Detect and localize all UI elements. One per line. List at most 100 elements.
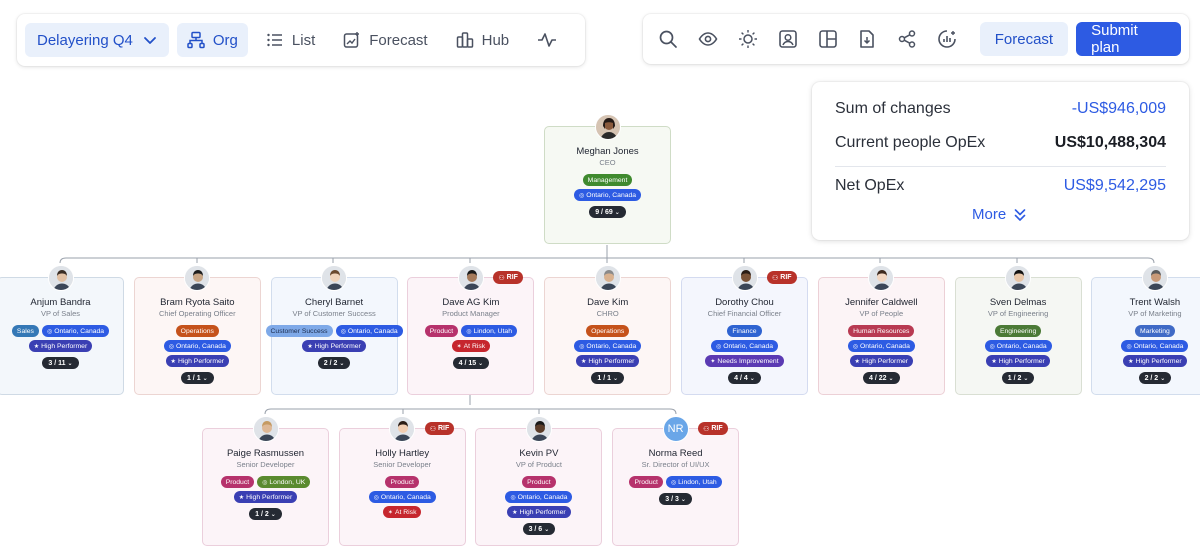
department-chip: Product	[385, 476, 419, 488]
org-planning-screen: Delayering Q4 Org List Forecast Hub Fore…	[0, 0, 1200, 551]
location-chip: ◎ Lindon, Utah	[665, 476, 722, 488]
rif-badge[interactable]: ⚇ RIF	[424, 422, 455, 435]
star-icon: ★	[854, 358, 860, 365]
department-chip: Operations	[586, 325, 630, 337]
chip-row: 1 / 1 ⌄	[547, 372, 668, 384]
performance-text: High Performer	[314, 342, 361, 350]
employee-card[interactable]: Dave Kim CHRO Operations ◎ Ontario, Canada ★ H…	[544, 265, 672, 395]
reports-count-button[interactable]: 9 / 69 ⌄	[589, 206, 626, 218]
rif-badge[interactable]: ⚇ RIF	[767, 271, 797, 284]
employee-title: VP of Marketing	[1128, 309, 1182, 318]
chip-row: 4 / 4 ⌄	[684, 372, 805, 384]
chevron-down-icon: ⌄	[1023, 375, 1029, 382]
location-text: Ontario, Canada	[586, 342, 637, 350]
performance-chip: ★ High Performer	[575, 355, 640, 367]
reports-count-button[interactable]: 2 / 2 ⌄	[317, 357, 351, 369]
chip-row: Operations	[547, 325, 668, 337]
chip-row: ◎ Ontario, Canada	[342, 491, 463, 503]
chip-row: 1 / 2 ⌄	[205, 508, 326, 520]
employee-card[interactable]: Bram Ryota Saito Chief Operating Officer O…	[133, 265, 261, 395]
person-remove-icon: ⚇	[703, 425, 710, 433]
performance-chip: ✶ At Risk	[382, 506, 422, 518]
reports-count-button[interactable]: 2 / 2 ⌄	[1138, 372, 1172, 384]
employee-card[interactable]: Trent Walsh VP of Marketing Marketing ◎ Onta…	[1091, 265, 1200, 395]
chip-row: 1 / 1 ⌄	[137, 372, 258, 384]
reports-count-button[interactable]: 3 / 11 ⌄	[42, 357, 79, 369]
location-chip: ◎ Ontario, Canada	[984, 340, 1052, 352]
employee-card[interactable]: Sven Delmas VP of Engineering Engineering ◎…	[954, 265, 1082, 395]
chip-row: ◎ Ontario, Canada	[137, 340, 258, 352]
location-text: Lindon, Utah	[678, 478, 717, 486]
avatar	[1005, 265, 1032, 291]
performance-chip: ★ High Performer	[165, 355, 230, 367]
employee-name: Norma Reed	[648, 448, 703, 459]
chip-row: 4 / 22 ⌄	[821, 372, 942, 384]
employee-card[interactable]: Jennifer Caldwell VP of People Human Resou…	[817, 265, 945, 395]
chip-row: ✦ Needs Improvement	[684, 355, 805, 367]
chevron-down-icon: ⌄	[1160, 375, 1166, 382]
reports-count-button[interactable]: 3 / 6 ⌄	[522, 523, 556, 535]
location-pin-icon: ◎	[510, 494, 516, 501]
rif-badge[interactable]: ⚇ RIF	[493, 271, 523, 284]
chip-row: Product	[342, 476, 463, 488]
employee-card-ceo[interactable]: Meghan Jones CEO Management ◎ Ontario, Ca…	[544, 114, 671, 244]
avatar	[457, 265, 484, 291]
chevron-down-icon: ⌄	[614, 209, 620, 216]
employee-title: VP of People	[859, 309, 904, 318]
employee-name: Anjum Bandra	[30, 297, 91, 308]
location-pin-icon: ◎	[852, 343, 858, 350]
star-icon: ★	[512, 509, 518, 516]
avatar	[594, 265, 621, 291]
employee-card[interactable]: Paige Rasmussen Senior Developer Product ◎ L…	[202, 416, 329, 546]
employee-card[interactable]: NR ⚇ RIF Norma Reed Sr. Director of UI/UX Pro…	[612, 416, 740, 546]
employee-title: Product Manager	[442, 309, 500, 318]
reports-count-button[interactable]: 4 / 22 ⌄	[863, 372, 900, 384]
reports-count-button[interactable]: 1 / 2 ⌄	[1001, 372, 1035, 384]
chip-row: ★ High Performer	[547, 355, 668, 367]
chip-row: Product ◎ London, UK	[205, 476, 326, 488]
performance-text: High Performer	[861, 357, 909, 365]
location-pin-icon: ◎	[262, 479, 268, 486]
avatar: NR	[662, 416, 689, 442]
employee-card[interactable]: Anjum Bandra VP of Sales Sales ◎ Ontario, Ca…	[0, 265, 124, 395]
chip-row: ★ High Performer	[1094, 355, 1200, 367]
employee-card[interactable]: ⚇ RIF Dorothy Chou Chief Financial Officer F…	[681, 265, 808, 395]
employee-name: Cheryl Barnet	[305, 297, 364, 308]
location-pin-icon: ◎	[46, 328, 53, 335]
department-chip: Product	[522, 476, 556, 488]
reports-count-button[interactable]: 1 / 2 ⌄	[249, 508, 282, 520]
star-icon: ★	[238, 494, 245, 501]
performance-text: Needs Improvement	[717, 357, 779, 365]
star-icon: ★	[991, 358, 997, 365]
department-chip: Human Resources	[848, 325, 915, 337]
avatar	[868, 265, 895, 291]
chip-row: ◎ Ontario, Canada	[684, 340, 805, 352]
performance-chip: ✦ Needs Improvement	[705, 355, 784, 367]
chip-row: 2 / 2 ⌄	[1094, 372, 1200, 384]
employee-name: Paige Rasmussen	[226, 448, 305, 459]
reports-count-button[interactable]: 1 / 1 ⌄	[591, 372, 625, 384]
avatar	[525, 416, 552, 442]
location-pin-icon: ◎	[1126, 343, 1132, 350]
employee-card[interactable]: ⚇ RIF Holly Hartley Senior Developer Product…	[338, 416, 466, 546]
reports-count-button[interactable]: 4 / 15 ⌄	[452, 357, 490, 369]
employee-card[interactable]: Kevin PV VP of Product Product ◎ Ontario, Ca…	[475, 416, 603, 546]
employee-name: Jennifer Caldwell	[845, 297, 918, 308]
rif-badge[interactable]: ⚇ RIF	[698, 422, 728, 435]
reports-count: 1 / 1	[186, 374, 201, 382]
location-chip: ◎ Ontario, Canada	[574, 340, 642, 352]
employee-card[interactable]: Cheryl Barnet VP of Customer Success Custo…	[265, 265, 403, 395]
location-chip: ◎ Ontario, Canada	[368, 491, 436, 503]
reports-count-button[interactable]: 1 / 1 ⌄	[180, 372, 214, 384]
star-icon: ★	[33, 343, 40, 350]
location-pin-icon: ◎	[579, 343, 585, 350]
reports-count-button[interactable]: 3 / 3 ⌄	[659, 493, 692, 505]
rif-label: RIF	[711, 425, 723, 432]
location-chip: ◎ Ontario, Canada	[847, 340, 915, 352]
chip-row: Customer Success ◎ Ontario, Canada	[265, 325, 403, 337]
employee-title: VP of Product	[515, 460, 562, 469]
location-pin-icon: ◎	[989, 343, 995, 350]
chip-row: ✶ At Risk	[410, 340, 531, 352]
reports-count-button[interactable]: 4 / 4 ⌄	[728, 372, 761, 384]
employee-card[interactable]: ⚇ RIF Dave AG Kim Product Manager Product ◎ Li…	[407, 265, 535, 395]
